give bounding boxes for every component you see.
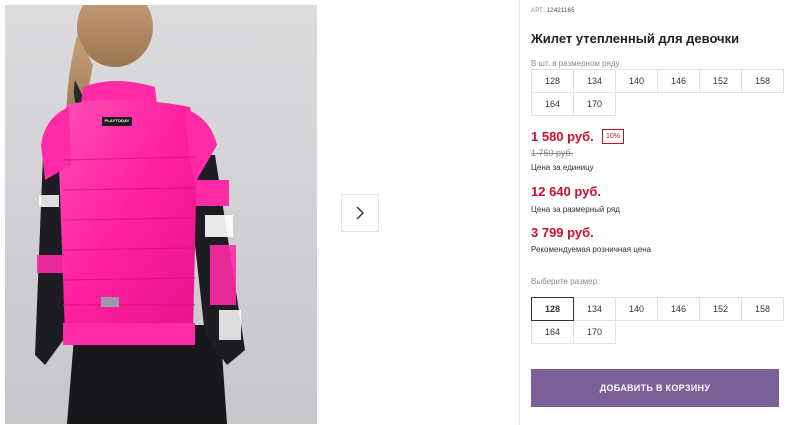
size-in-row-cell: 170	[573, 92, 616, 116]
article-value: 12421165	[546, 8, 575, 14]
retail-price: 3 799 руб.	[531, 225, 594, 240]
retail-price-caption: Рекомендуемая розничная цена	[531, 245, 652, 254]
sizes-in-row-label: В шт. в размерном ряду	[531, 59, 620, 68]
unit-price-caption: Цена за единицу	[531, 163, 594, 172]
brand-logo-text: PLAYTODAY	[104, 118, 130, 123]
product-photo-illustration	[35, 5, 245, 424]
size-option-selected[interactable]: 128	[531, 297, 574, 321]
size-in-row-cell: 134	[573, 69, 616, 93]
size-in-row-cell: 164	[531, 92, 574, 116]
product-photo: PLAYTODAY	[5, 5, 317, 424]
discount-badge: 10%	[602, 129, 625, 144]
size-option[interactable]: 170	[573, 320, 616, 344]
size-in-row-cell: 152	[699, 69, 742, 93]
article-label: АРТ:	[531, 8, 545, 14]
row-price: 12 640 руб.	[531, 184, 602, 199]
size-option[interactable]: 134	[573, 297, 616, 321]
size-in-row-cell: 146	[657, 69, 700, 93]
gallery-next-button[interactable]	[341, 194, 379, 232]
old-price: 1 750 руб.	[531, 148, 574, 158]
add-to-cart-button[interactable]: ДОБАВИТЬ В КОРЗИНУ	[531, 369, 779, 407]
size-in-row-cell: 128	[531, 69, 574, 93]
size-selector: 128 134 140 146 152 158 164 170	[531, 297, 784, 344]
size-option[interactable]: 158	[741, 297, 784, 321]
size-option[interactable]: 146	[657, 297, 700, 321]
chevron-right-icon	[356, 206, 364, 220]
row-price-caption: Цена за размерный ряд	[531, 205, 620, 214]
product-gallery: PLAYTODAY	[0, 0, 519, 425]
size-in-row-cell: 140	[615, 69, 658, 93]
article-number: АРТ: 12421165	[531, 8, 575, 14]
select-size-label: Выберите размер:	[531, 277, 600, 286]
size-option[interactable]: 140	[615, 297, 658, 321]
size-option[interactable]: 164	[531, 320, 574, 344]
panel-divider	[519, 0, 520, 425]
unit-price: 1 580 руб.	[531, 129, 594, 144]
size-in-row-cell: 158	[741, 69, 784, 93]
size-option[interactable]: 152	[699, 297, 742, 321]
sizes-in-row-grid: 128 134 140 146 152 158 164 170	[531, 69, 784, 116]
product-title: Жилет утепленный для девочки	[531, 31, 740, 46]
